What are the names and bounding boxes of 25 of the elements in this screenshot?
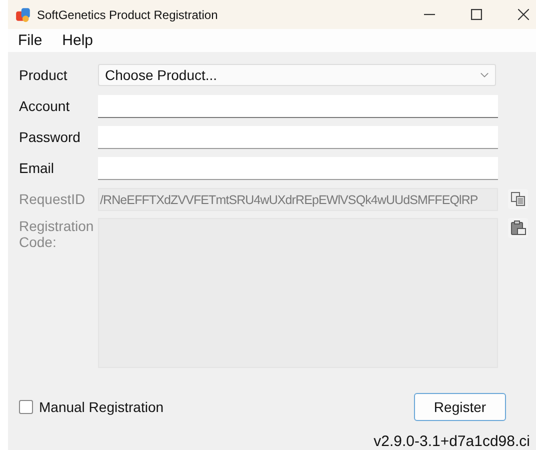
field-label: Password bbox=[19, 129, 82, 145]
chevron-down-icon bbox=[480, 72, 489, 78]
field-label: Registration Code: bbox=[19, 218, 95, 250]
maximize-icon[interactable] bbox=[471, 9, 482, 20]
field-label: RequestID bbox=[19, 191, 86, 207]
menu-item[interactable]: File bbox=[18, 32, 42, 50]
register-button[interactable]: Register bbox=[414, 393, 506, 421]
copy-icon bbox=[510, 191, 526, 207]
menu-item[interactable]: Help bbox=[62, 32, 94, 50]
checkbox-label: Manual Registration bbox=[39, 399, 164, 415]
clipboard-icon bbox=[510, 220, 526, 236]
checkbox[interactable] bbox=[19, 400, 33, 414]
input-field[interactable] bbox=[98, 126, 498, 148]
product-dropdown[interactable]: Choose Product... bbox=[98, 64, 496, 86]
paste-button[interactable] bbox=[508, 218, 528, 238]
field-label: Email bbox=[19, 160, 56, 176]
input-field[interactable] bbox=[98, 156, 498, 180]
copy-button[interactable] bbox=[508, 189, 528, 209]
input-field[interactable] bbox=[98, 94, 498, 118]
field-label: Product bbox=[19, 67, 68, 83]
version-text: v2.9.0-3.1+d7a1cd98.ci bbox=[374, 433, 530, 450]
window-title: SoftGenetics Product Registration bbox=[37, 8, 218, 22]
field-label: Account bbox=[19, 98, 71, 114]
app-logo-icon bbox=[15, 6, 32, 24]
close-icon[interactable] bbox=[518, 9, 529, 20]
